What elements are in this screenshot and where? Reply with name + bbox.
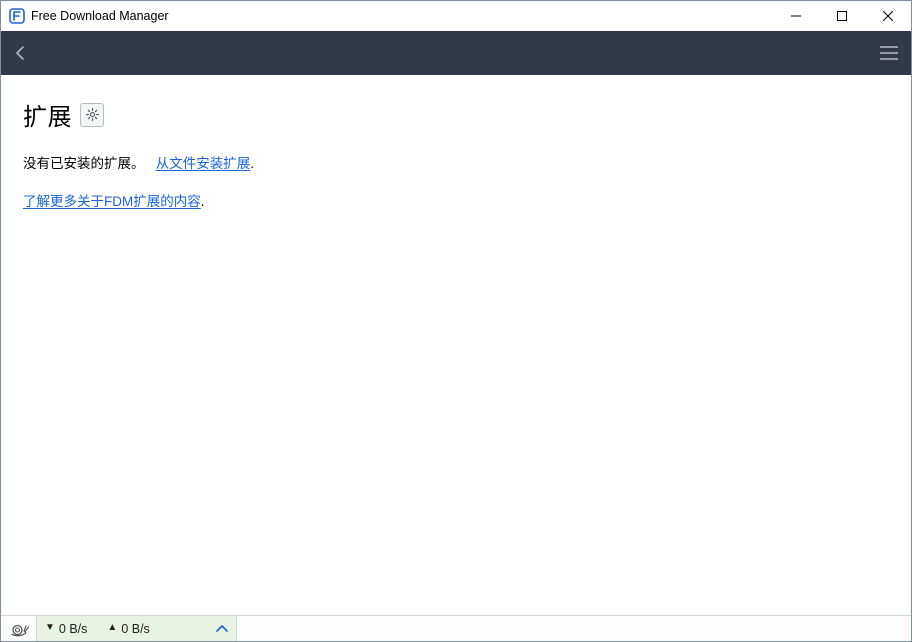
gear-icon	[85, 107, 100, 122]
maximize-button[interactable]	[819, 1, 865, 31]
app-window: Free Download Manager 扩展	[0, 0, 912, 642]
empty-state-text: 没有已安装的扩展。	[23, 156, 145, 171]
window-title: Free Download Manager	[31, 9, 169, 23]
snail-mode-button[interactable]	[1, 616, 37, 641]
minimize-button[interactable]	[773, 1, 819, 31]
speed-indicator[interactable]: ▼ 0 B/s ▲ 0 B/s	[37, 616, 237, 641]
page-heading-row: 扩展	[23, 97, 889, 132]
titlebar: Free Download Manager	[1, 1, 911, 31]
speed-expand-button[interactable]	[212, 616, 232, 641]
content-area: 扩展 没有已安装的扩展。 从文件安装扩展. 了解更多关于FDM扩展的内容.	[1, 75, 911, 615]
page-title: 扩展	[23, 97, 72, 132]
close-button[interactable]	[865, 1, 911, 31]
learn-more-line: 了解更多关于FDM扩展的内容.	[23, 190, 889, 210]
learn-more-link[interactable]: 了解更多关于FDM扩展的内容	[23, 194, 201, 209]
snail-icon	[9, 621, 29, 637]
empty-state-line: 没有已安装的扩展。 从文件安装扩展.	[23, 152, 889, 172]
toolbar	[1, 31, 911, 75]
download-arrow-icon: ▼	[45, 622, 55, 633]
app-logo-icon	[9, 8, 25, 24]
download-speed-value: 0 B/s	[59, 622, 88, 636]
install-from-file-link[interactable]: 从文件安装扩展	[156, 156, 251, 171]
status-bar: ▼ 0 B/s ▲ 0 B/s	[1, 615, 911, 641]
upload-speed: ▲ 0 B/s	[107, 622, 149, 636]
extensions-settings-button[interactable]	[80, 103, 104, 127]
upload-speed-value: 0 B/s	[121, 622, 150, 636]
hamburger-menu-button[interactable]	[867, 31, 911, 75]
upload-arrow-icon: ▲	[107, 622, 117, 633]
back-button[interactable]	[1, 31, 41, 75]
download-speed: ▼ 0 B/s	[45, 622, 87, 636]
